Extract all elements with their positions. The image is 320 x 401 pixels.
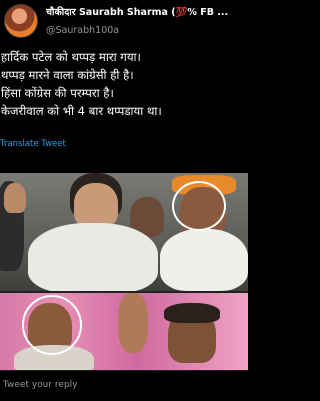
person-face — [74, 183, 118, 227]
person-shirt — [28, 223, 158, 293]
tweet-header: चौकीदार Saurabh Sharma (💯% FB ... @Saura… — [0, 0, 248, 46]
photo-panel-top — [0, 173, 248, 293]
tweet-text: हार्दिक पटेल को थप्पड़ मारा गया। थप्पड़ … — [0, 48, 247, 120]
person-shirt — [160, 229, 248, 291]
tweet-image[interactable] — [0, 173, 248, 370]
highlight-circle — [22, 295, 82, 355]
user-handle[interactable]: @Saurabh100a — [46, 25, 119, 36]
reply-input[interactable]: Tweet your reply — [3, 380, 78, 390]
photo-panel-bottom — [0, 293, 248, 370]
tweet-line: हिंसा कोंग्रेस की परम्परा है। — [1, 86, 114, 100]
reply-bar: Tweet your reply — [0, 370, 248, 401]
profile-avatar[interactable] — [4, 4, 38, 38]
person-hair — [164, 303, 220, 323]
raised-arm — [118, 293, 148, 353]
tweet-line: केजरीवाल को भी 4 बार थप्पडाया था। — [1, 104, 162, 118]
translate-tweet-link[interactable]: Translate Tweet — [0, 139, 66, 149]
raised-hand — [4, 183, 26, 213]
tweet-line: थप्पड़ मारने वाला कांग्रेसी ही है। — [1, 68, 134, 82]
highlight-circle — [172, 181, 226, 231]
tweet-line: हार्दिक पटेल को थप्पड़ मारा गया। — [1, 50, 141, 64]
display-name[interactable]: चौकीदार Saurabh Sharma (💯% FB ... — [46, 5, 236, 18]
